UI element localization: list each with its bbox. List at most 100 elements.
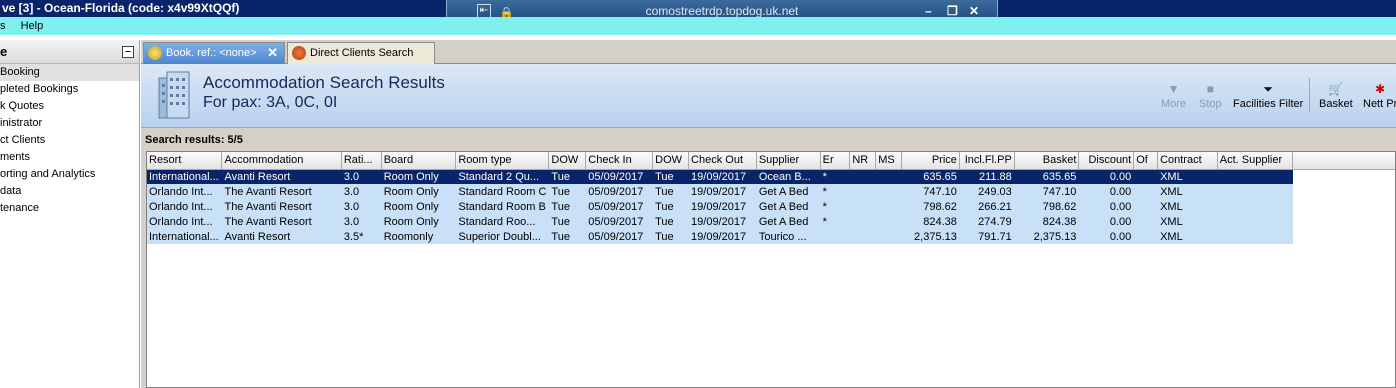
column-header[interactable]: Basket — [1014, 152, 1080, 170]
sidebar-item[interactable]: pleted Bookings — [0, 81, 139, 98]
column-header[interactable]: Check In — [585, 152, 654, 170]
table-cell: Tue — [548, 184, 587, 199]
table-cell: * — [820, 184, 851, 199]
column-header[interactable]: Discount — [1078, 152, 1135, 170]
table-cell — [875, 169, 903, 184]
pin-icon[interactable]: ⇤ — [477, 4, 491, 18]
table-cell: * — [820, 199, 851, 214]
table-cell: Room Only — [381, 214, 457, 229]
menu-item-s[interactable]: s — [0, 17, 6, 35]
nett-price-button[interactable]: ✱ Nett Pr — [1363, 82, 1396, 110]
collapse-icon[interactable]: – — [122, 46, 134, 58]
column-header[interactable]: Price — [901, 152, 960, 170]
sidebar: e – Booking pleted Bookings k Quotes inistr… — [0, 40, 140, 388]
table-cell: 249.03 — [959, 184, 1015, 199]
table-cell: 19/09/2017 — [688, 169, 757, 184]
table-cell: Orlando Int... — [147, 214, 223, 229]
table-cell — [1217, 214, 1293, 229]
table-cell — [875, 214, 903, 229]
menu-item-help[interactable]: Help — [21, 17, 44, 35]
toolbar-separator — [1309, 78, 1310, 112]
table-cell: 05/09/2017 — [585, 169, 654, 184]
table-row[interactable]: Orlando Int... The Avanti Resort 3.0 Room O… — [147, 184, 1395, 199]
table-row[interactable]: International... Avanti Resort 3.0 Room Onl… — [147, 169, 1395, 184]
table-cell: XML — [1157, 184, 1218, 199]
tab-booking-label: Book. ref.: <none> — [166, 47, 257, 59]
column-header[interactable]: DOW — [652, 152, 690, 170]
table-cell: Roomonly — [381, 229, 457, 244]
table-cell: 19/09/2017 — [688, 229, 757, 244]
stop-button[interactable]: ■ Stop — [1199, 82, 1222, 110]
table-cell: 747.10 — [901, 184, 960, 199]
search-results-count: Search results: 5/5 — [145, 134, 243, 146]
table-cell: XML — [1157, 214, 1218, 229]
sidebar-item[interactable]: data — [0, 183, 139, 200]
table-cell-filler — [1292, 199, 1395, 214]
sidebar-item[interactable]: inistrator — [0, 115, 139, 132]
table-cell — [1133, 199, 1159, 214]
column-header[interactable]: Contract — [1157, 152, 1218, 170]
table-cell — [849, 229, 877, 244]
table-cell: 274.79 — [959, 214, 1015, 229]
column-header[interactable]: Resort — [147, 152, 223, 170]
column-header[interactable]: Room type — [455, 152, 550, 170]
table-cell — [849, 184, 877, 199]
table-cell: Avanti Resort — [221, 229, 342, 244]
clients-icon — [292, 46, 306, 60]
table-cell: 19/09/2017 — [688, 184, 757, 199]
table-cell: 05/09/2017 — [585, 214, 654, 229]
facilities-filter-button[interactable]: ⏷ Facilities Filter — [1233, 82, 1303, 110]
sidebar-header: e – — [0, 40, 139, 64]
rdp-host: comostreetrdp.topdog.uk.net — [645, 4, 799, 18]
page-title: Accommodation Search Results — [203, 73, 445, 92]
table-cell: 0.00 — [1078, 214, 1135, 229]
column-header[interactable]: DOW — [548, 152, 587, 170]
results-table: Resort Accommodation Rati... Board Room type… — [147, 152, 1395, 244]
column-header[interactable]: Er — [820, 152, 851, 170]
table-cell: The Avanti Resort — [221, 214, 342, 229]
column-header[interactable]: Rati... — [341, 152, 382, 170]
table-row[interactable]: Orlando Int... The Avanti Resort 3.0 Room O… — [147, 199, 1395, 214]
table-cell — [1133, 169, 1159, 184]
table-row[interactable]: Orlando Int... The Avanti Resort 3.0 Room O… — [147, 214, 1395, 229]
column-header[interactable]: NR — [849, 152, 877, 170]
more-button[interactable]: ▼ More — [1161, 82, 1186, 110]
table-cell: Tue — [652, 184, 690, 199]
column-header[interactable]: Incl.Fl.PP — [959, 152, 1015, 170]
sidebar-item[interactable]: orting and Analytics — [0, 166, 139, 183]
sidebar-item[interactable]: Booking — [0, 64, 139, 81]
table-cell: Tue — [652, 214, 690, 229]
facilities-filter-label: Facilities Filter — [1233, 98, 1304, 110]
filter-icon: ⏷ — [1263, 82, 1273, 96]
column-header[interactable]: MS — [875, 152, 903, 170]
table-cell: 0.00 — [1078, 184, 1135, 199]
table-cell: XML — [1157, 169, 1218, 184]
table-cell: International... — [147, 229, 223, 244]
table-cell: 05/09/2017 — [585, 229, 654, 244]
table-cell — [1133, 229, 1159, 244]
sidebar-item[interactable]: ments — [0, 149, 139, 166]
table-cell — [1217, 199, 1293, 214]
table-cell: Avanti Resort — [221, 169, 342, 184]
column-header[interactable]: Accommodation — [221, 152, 342, 170]
close-tab-icon[interactable]: ✕ — [267, 43, 278, 63]
column-header[interactable]: Act. Supplier — [1217, 152, 1293, 170]
tab-booking[interactable]: Book. ref.: <none> ✕ — [143, 42, 285, 64]
column-header[interactable]: Check Out — [688, 152, 757, 170]
basket-button[interactable]: 🛒 Basket — [1319, 82, 1353, 110]
tab-direct-clients-search[interactable]: Direct Clients Search — [287, 42, 435, 64]
column-header[interactable]: Board — [381, 152, 457, 170]
table-cell — [1133, 214, 1159, 229]
sidebar-item[interactable]: k Quotes — [0, 98, 139, 115]
sidebar-item[interactable]: ct Clients — [0, 132, 139, 149]
sidebar-item[interactable]: tenance — [0, 200, 139, 217]
basket-icon: 🛒 — [1328, 82, 1344, 96]
table-row[interactable]: International... Avanti Resort 3.5* Roomonl… — [147, 229, 1395, 244]
table-cell: Ocean B... — [756, 169, 821, 184]
table-cell — [1217, 229, 1293, 244]
table-cell: Get A Bed — [756, 214, 821, 229]
column-header[interactable]: Supplier — [756, 152, 821, 170]
table-cell: * — [820, 214, 851, 229]
table-cell — [849, 169, 877, 184]
column-header[interactable]: Of — [1133, 152, 1159, 170]
